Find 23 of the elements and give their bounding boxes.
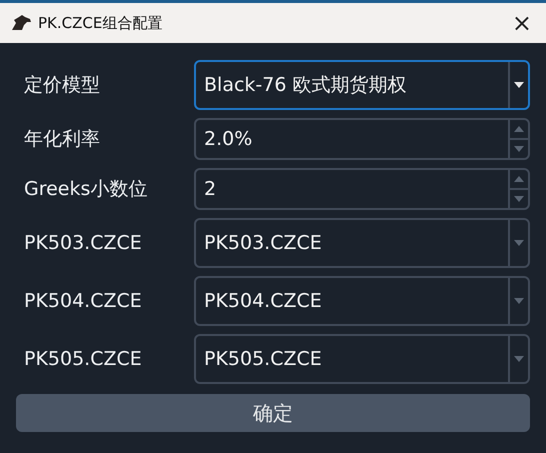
field-label: PK504.CZCE [23, 288, 143, 314]
dropdown-arrow-icon [514, 240, 524, 246]
down-arrow-icon[interactable] [514, 196, 524, 202]
close-button[interactable]: × [508, 11, 536, 35]
spin-box[interactable]: 2 [194, 168, 530, 210]
field-label: Greeks小数位 [23, 176, 148, 202]
spin-box[interactable]: 2.0% [194, 118, 530, 160]
dropdown-field[interactable]: PK503.CZCE [194, 218, 530, 268]
up-arrow-icon[interactable] [514, 126, 524, 132]
field-label: 年化利率 [23, 126, 101, 152]
dropdown-field[interactable]: Black-76 欧式期货期权 [194, 60, 530, 110]
window-title: PK.CZCE组合配置 [38, 12, 162, 34]
dropdown-arrow-icon [514, 356, 524, 362]
down-arrow-icon[interactable] [514, 146, 524, 152]
confirm-button[interactable]: 确定 [16, 394, 530, 432]
field-label: 定价模型 [23, 72, 101, 98]
dropdown-field[interactable]: PK504.CZCE [194, 276, 530, 326]
field-label: PK503.CZCE [23, 230, 143, 256]
dropdown-arrow-icon [514, 298, 524, 304]
field-label: PK505.CZCE [23, 346, 143, 372]
dropdown-arrow-icon [514, 82, 524, 88]
dropdown-field[interactable]: PK505.CZCE [194, 334, 530, 384]
up-arrow-icon[interactable] [514, 176, 524, 182]
